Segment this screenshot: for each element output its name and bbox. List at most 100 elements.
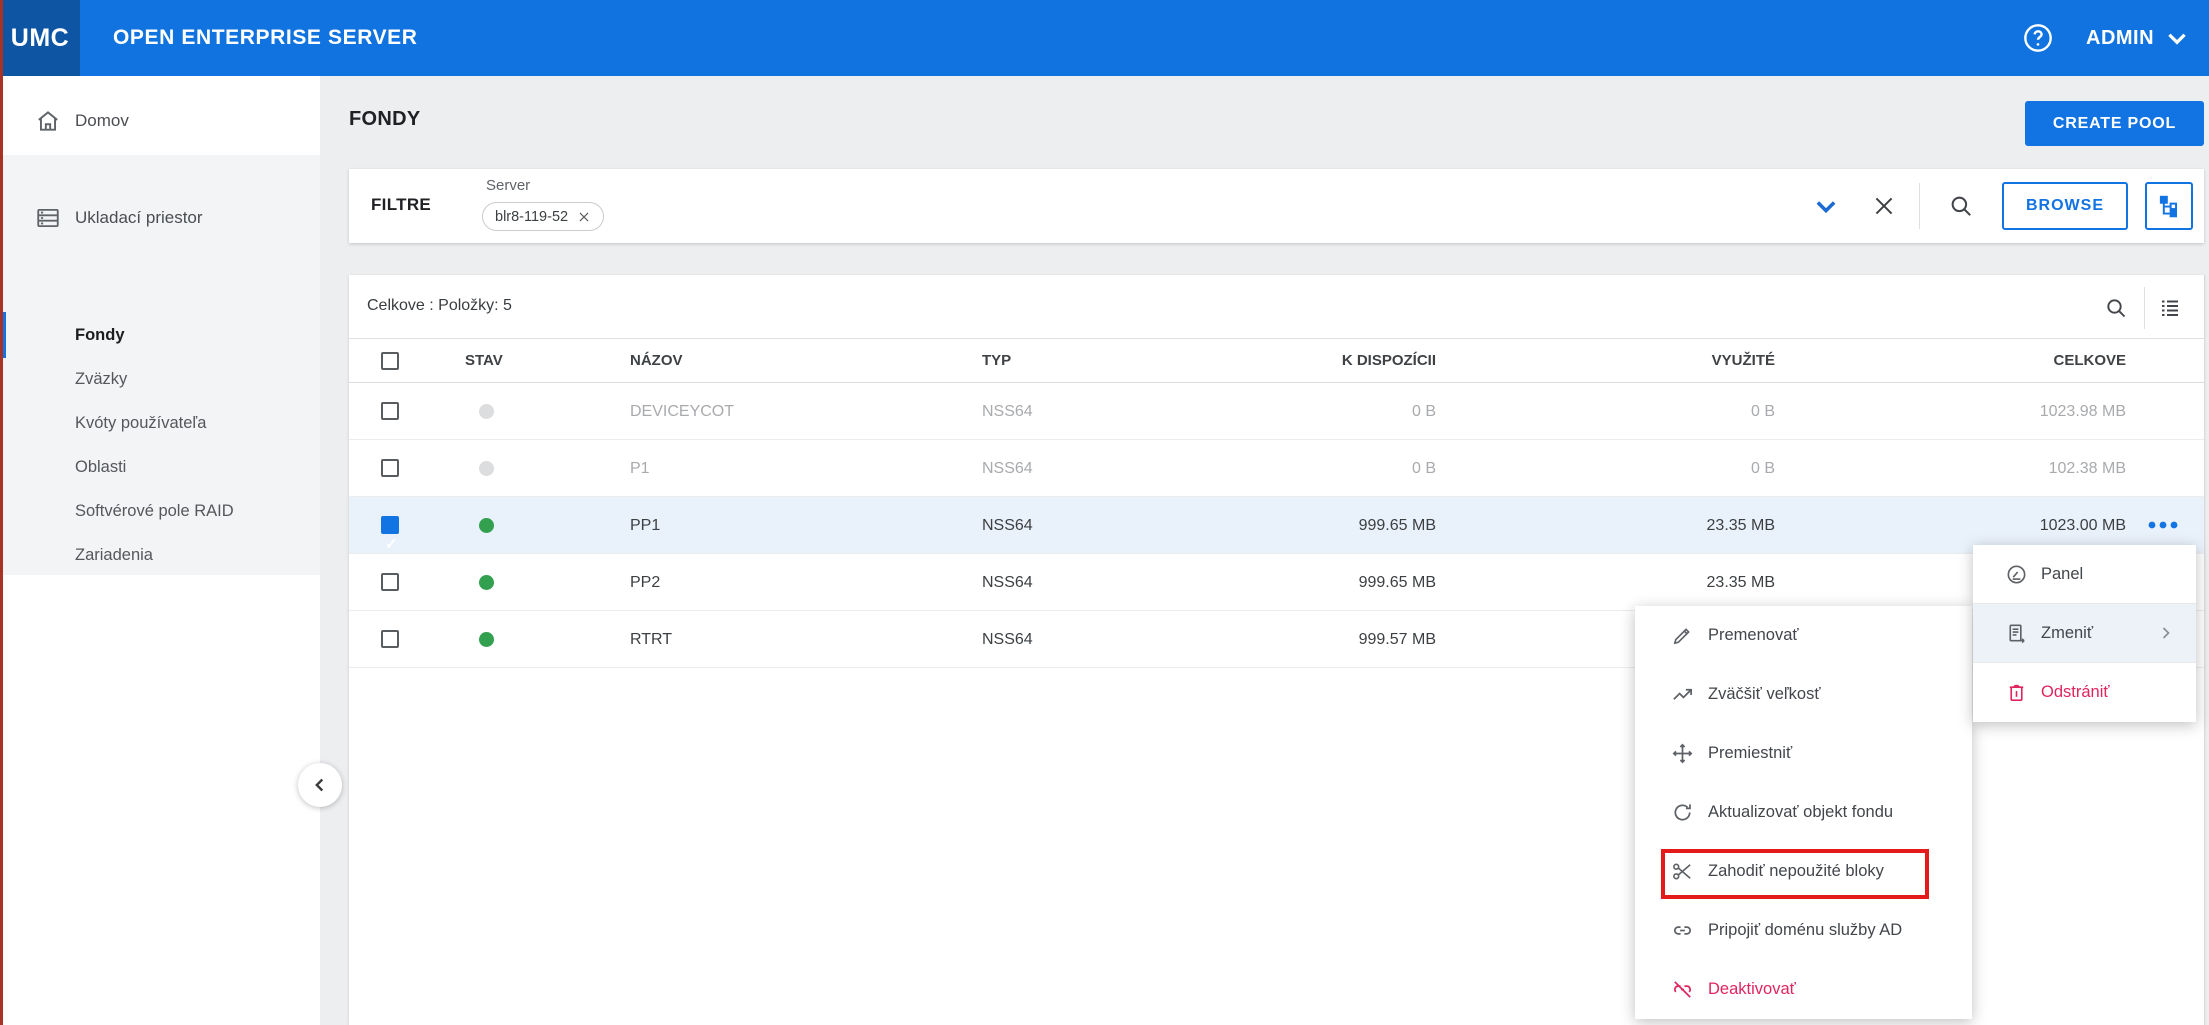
table-row[interactable]: PP2 NSS64 999.65 MB 23.35 MB bbox=[349, 554, 2204, 611]
more-horiz-icon[interactable] bbox=[2146, 514, 2180, 536]
storage-icon bbox=[35, 205, 61, 231]
tree-hierarchy-icon[interactable] bbox=[2145, 182, 2193, 230]
menu-item-move[interactable]: Premiestniť bbox=[1635, 724, 1972, 783]
filter-clear-icon[interactable] bbox=[1871, 193, 1897, 219]
sidebar-item-zariadenia[interactable]: Zariadenia bbox=[0, 533, 320, 577]
pool-name[interactable]: DEVICEYCOT bbox=[630, 383, 734, 439]
sidebar-item-storage[interactable]: Ukladací priestor bbox=[0, 190, 320, 246]
filter-expand-chevron-icon[interactable] bbox=[1812, 192, 1840, 220]
column-header[interactable]: K DISPOZÍCII bbox=[1236, 339, 1436, 382]
status-dot bbox=[479, 404, 494, 419]
items-count: Celkove : Položky: 5 bbox=[367, 297, 512, 314]
menu-item-discard-unused-blocks[interactable]: Zahodiť nepoužité bloky bbox=[1635, 842, 1972, 901]
filter-label: FILTRE bbox=[371, 195, 432, 214]
column-header[interactable]: NÁZOV bbox=[630, 339, 683, 382]
pool-available: 0 B bbox=[1411, 460, 1436, 477]
edit-doc-icon bbox=[2005, 622, 2028, 645]
sidebar-collapse-button[interactable] bbox=[298, 763, 342, 807]
screen-edge-marker bbox=[0, 0, 3, 1025]
umc-logo[interactable]: UMC bbox=[0, 0, 80, 76]
browse-button[interactable]: BROWSE bbox=[2002, 182, 2128, 230]
pool-available: 999.65 MB bbox=[1358, 574, 1436, 591]
menu-item-panel[interactable]: Panel bbox=[1973, 545, 2196, 604]
status-dot bbox=[479, 518, 494, 533]
chip-label: blr8-119-52 bbox=[495, 208, 569, 225]
sidebar-item-home[interactable]: Domov bbox=[0, 93, 320, 149]
pool-used: 23.35 MB bbox=[1706, 574, 1775, 591]
list-filter-icon[interactable] bbox=[2158, 296, 2182, 320]
pool-available: 0 B bbox=[1411, 403, 1436, 420]
pool-total: 102.38 MB bbox=[2048, 460, 2126, 477]
menu-item-rename[interactable]: Premenovať bbox=[1635, 606, 1972, 665]
scroll-edge bbox=[2204, 275, 2205, 1025]
sidebar-item-kvoty[interactable]: Kvóty používateľa bbox=[0, 401, 320, 445]
pool-type: NSS64 bbox=[982, 403, 1033, 420]
menu-item-update-pool-object[interactable]: Aktualizovať objekt fondu bbox=[1635, 783, 1972, 842]
search-icon[interactable] bbox=[2104, 296, 2128, 320]
column-header[interactable]: VYUŽITÉ bbox=[1575, 339, 1775, 382]
umc-app: UMC OPEN ENTERPRISE SERVER ADMIN Domov U… bbox=[0, 0, 2209, 1025]
table-toolbar: Celkove : Položky: 5 bbox=[349, 275, 2204, 339]
menu-item-change[interactable]: Zmeniť bbox=[1973, 604, 2196, 663]
admin-label: ADMIN bbox=[2086, 26, 2155, 49]
top-bar: UMC OPEN ENTERPRISE SERVER ADMIN bbox=[0, 0, 2209, 76]
column-header[interactable]: STAV bbox=[465, 339, 503, 382]
status-dot bbox=[479, 461, 494, 476]
divider bbox=[1919, 183, 1920, 229]
row-checkbox[interactable] bbox=[381, 573, 399, 591]
status-dot bbox=[479, 632, 494, 647]
row-checkbox[interactable] bbox=[381, 459, 399, 477]
pool-type: NSS64 bbox=[982, 574, 1033, 591]
menu-item-join-ad-domain[interactable]: Pripojiť doménu služby AD bbox=[1635, 901, 1972, 960]
sidebar-item-fondy[interactable]: Fondy bbox=[0, 313, 320, 357]
pool-available: 999.57 MB bbox=[1358, 631, 1436, 648]
table-row[interactable]: P1 NSS64 0 B 0 B 102.38 MB bbox=[349, 440, 2204, 497]
trending-up-icon bbox=[1671, 683, 1694, 706]
app-title: OPEN ENTERPRISE SERVER bbox=[113, 26, 418, 49]
pool-type: NSS64 bbox=[982, 460, 1033, 477]
column-header[interactable]: CELKOVE bbox=[1926, 339, 2126, 382]
move-icon bbox=[1671, 742, 1694, 765]
menu-item-increase-size[interactable]: Zväčšiť veľkosť bbox=[1635, 665, 1972, 724]
sidebar-item-zvazky[interactable]: Zväzky bbox=[0, 357, 320, 401]
status-dot bbox=[479, 575, 494, 590]
pool-submenu: Panel Zmeniť Odstrániť bbox=[1973, 545, 2196, 722]
menu-item-deactivate[interactable]: Deaktivovať bbox=[1635, 960, 1972, 1019]
chevron-right-icon bbox=[2156, 623, 2176, 643]
pool-name[interactable]: PP1 bbox=[630, 497, 660, 553]
pool-total: 1023.98 MB bbox=[2039, 403, 2126, 420]
table-row-selected[interactable]: PP1 NSS64 999.65 MB 23.35 MB 1023.00 MB bbox=[349, 497, 2204, 573]
help-icon[interactable] bbox=[2022, 22, 2054, 54]
row-checkbox[interactable] bbox=[381, 402, 399, 420]
filter-bar: FILTRE Server blr8-119-52 BROWSE bbox=[349, 169, 2204, 243]
pool-type: NSS64 bbox=[982, 517, 1033, 534]
scissors-icon bbox=[1671, 860, 1694, 883]
sidebar-storage-group: Ukladací priestor Fondy Zväzky Kvóty pou… bbox=[0, 155, 320, 575]
trash-icon bbox=[2005, 681, 2028, 704]
pool-context-menu: Premenovať Zväčšiť veľkosť Premiestniť A… bbox=[1635, 606, 1972, 1019]
link-off-icon bbox=[1671, 978, 1694, 1001]
page-title: FONDY bbox=[349, 108, 421, 130]
pool-used: 23.35 MB bbox=[1706, 517, 1775, 534]
pool-name[interactable]: PP2 bbox=[630, 554, 660, 610]
create-pool-button[interactable]: CREATE POOL bbox=[2025, 101, 2204, 146]
admin-menu[interactable]: ADMIN bbox=[2086, 0, 2190, 76]
pool-name[interactable]: P1 bbox=[630, 440, 650, 496]
search-icon[interactable] bbox=[1948, 193, 1974, 219]
pool-name[interactable]: RTRT bbox=[630, 611, 672, 667]
column-header[interactable]: TYP bbox=[982, 339, 1011, 382]
server-filter-chip[interactable]: blr8-119-52 bbox=[482, 202, 605, 231]
row-checkbox[interactable] bbox=[381, 630, 399, 648]
pencil-icon bbox=[1671, 624, 1694, 647]
pool-type: NSS64 bbox=[982, 631, 1033, 648]
menu-item-delete[interactable]: Odstrániť bbox=[1973, 663, 2196, 722]
sidebar-item-oblasti[interactable]: Oblasti bbox=[0, 445, 320, 489]
sidebar-item-label: Domov bbox=[75, 111, 129, 130]
sidebar-item-raid[interactable]: Softvérové pole RAID bbox=[0, 489, 320, 533]
table-row[interactable]: DEVICEYCOT NSS64 0 B 0 B 1023.98 MB bbox=[349, 383, 2204, 440]
link-icon bbox=[1671, 919, 1694, 942]
chip-remove-icon[interactable] bbox=[577, 210, 591, 224]
select-all-checkbox[interactable] bbox=[381, 351, 399, 370]
row-checkbox[interactable] bbox=[381, 516, 399, 573]
pool-used: 0 B bbox=[1750, 403, 1775, 420]
